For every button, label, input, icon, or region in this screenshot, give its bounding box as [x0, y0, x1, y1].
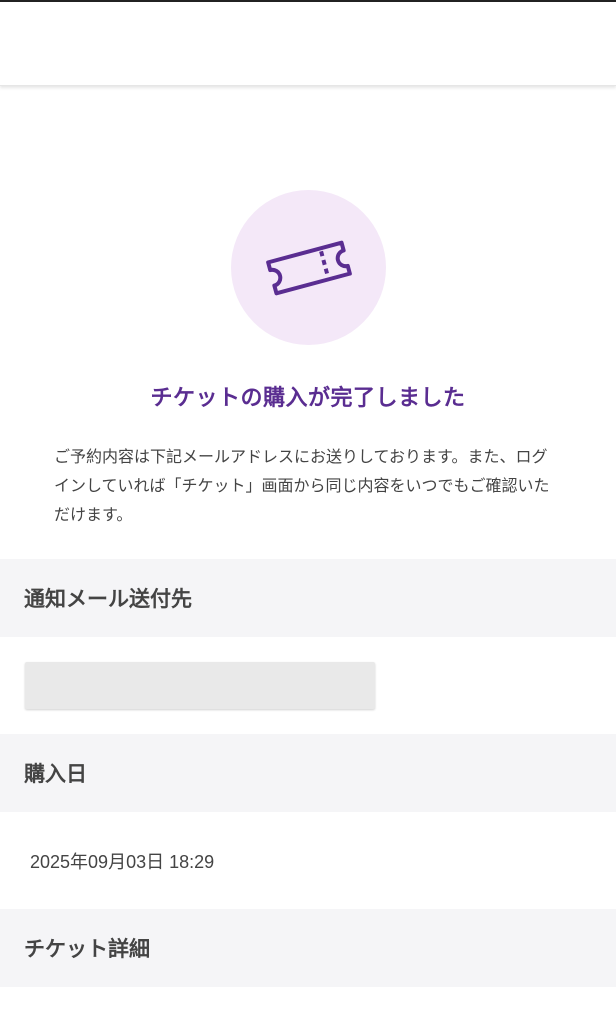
app-header	[0, 2, 616, 86]
ticket-icon	[265, 240, 352, 295]
ticket-detail-section-header: チケット詳細	[0, 909, 616, 987]
email-value-field	[25, 662, 375, 709]
completion-title: チケットの購入が完了しました	[150, 386, 466, 411]
email-section-header: 通知メール送付先	[0, 559, 616, 637]
email-section-title: 通知メール送付先	[24, 587, 192, 611]
purchase-date-section-header: 購入日	[0, 734, 616, 812]
ticket-icon-badge	[231, 190, 386, 345]
content-continuation	[0, 987, 616, 1024]
completion-description: ご予約内容は下記メールアドレスにお送りしております。また、ログインしていれば「チ…	[54, 447, 550, 524]
purchase-date-value: 2025年09月03日 18:29	[30, 852, 215, 872]
purchase-date-section-title: 購入日	[24, 762, 87, 786]
ticket-detail-section-title: チケット詳細	[24, 937, 150, 961]
